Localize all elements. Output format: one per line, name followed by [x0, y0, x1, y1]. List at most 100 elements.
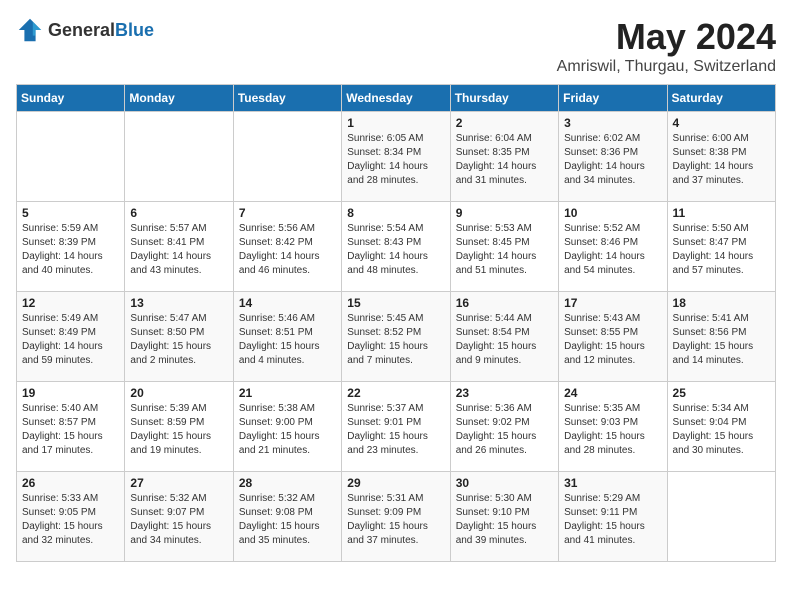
day-info: Sunrise: 6:04 AM Sunset: 8:35 PM Dayligh… — [456, 132, 553, 188]
day-number: 3 — [564, 116, 661, 130]
calendar-cell: 16Sunrise: 5:44 AM Sunset: 8:54 PM Dayli… — [450, 292, 558, 382]
day-number: 31 — [564, 476, 661, 490]
day-info: Sunrise: 5:57 AM Sunset: 8:41 PM Dayligh… — [130, 222, 227, 278]
day-info: Sunrise: 5:40 AM Sunset: 8:57 PM Dayligh… — [22, 402, 119, 458]
day-info: Sunrise: 5:50 AM Sunset: 8:47 PM Dayligh… — [673, 222, 770, 278]
day-number: 17 — [564, 296, 661, 310]
day-number: 1 — [347, 116, 444, 130]
day-info: Sunrise: 5:56 AM Sunset: 8:42 PM Dayligh… — [239, 222, 336, 278]
calendar-week-row: 1 Sunrise: 6:05 AM Sunset: 8:34 PM Daylig… — [17, 112, 776, 202]
calendar-cell: 13 Sunrise: 5:47 AM Sunset: 8:50 PM Dayli… — [125, 292, 233, 382]
calendar-cell: 31 Sunrise: 5:29 AM Sunset: 9:11 PM Dayli… — [559, 472, 667, 562]
calendar-cell: 22Sunrise: 5:37 AM Sunset: 9:01 PM Dayli… — [342, 382, 450, 472]
day-number: 4 — [673, 116, 770, 130]
day-info: Sunrise: 5:44 AM Sunset: 8:54 PM Dayligh… — [456, 312, 553, 368]
day-number: 18 — [673, 296, 770, 310]
day-info: Sunrise: 5:36 AM Sunset: 9:02 PM Dayligh… — [456, 402, 553, 458]
day-number: 7 — [239, 206, 336, 220]
calendar-cell: 11 Sunrise: 5:50 AM Sunset: 8:47 PM Dayli… — [667, 202, 775, 292]
weekday-header-saturday: Saturday — [667, 85, 775, 112]
day-number: 27 — [130, 476, 227, 490]
calendar-cell: 10Sunrise: 5:52 AM Sunset: 8:46 PM Dayli… — [559, 202, 667, 292]
weekday-header-friday: Friday — [559, 85, 667, 112]
day-info: Sunrise: 5:30 AM Sunset: 9:10 PM Dayligh… — [456, 492, 553, 548]
calendar-cell: 21 Sunrise: 5:38 AM Sunset: 9:00 PM Dayli… — [233, 382, 341, 472]
day-number: 30 — [456, 476, 553, 490]
calendar-cell — [125, 112, 233, 202]
day-info: Sunrise: 6:00 AM Sunset: 8:38 PM Dayligh… — [673, 132, 770, 188]
calendar-cell — [17, 112, 125, 202]
calendar-cell: 2 Sunrise: 6:04 AM Sunset: 8:35 PM Daylig… — [450, 112, 558, 202]
day-info: Sunrise: 6:02 AM Sunset: 8:36 PM Dayligh… — [564, 132, 661, 188]
day-info: Sunrise: 5:45 AM Sunset: 8:52 PM Dayligh… — [347, 312, 444, 368]
day-number: 21 — [239, 386, 336, 400]
day-info: Sunrise: 5:46 AM Sunset: 8:51 PM Dayligh… — [239, 312, 336, 368]
calendar-cell: 9 Sunrise: 5:53 AM Sunset: 8:45 PM Daylig… — [450, 202, 558, 292]
day-number: 2 — [456, 116, 553, 130]
day-number: 5 — [22, 206, 119, 220]
calendar-cell: 4 Sunrise: 6:00 AM Sunset: 8:38 PM Daylig… — [667, 112, 775, 202]
location-title: Amriswil, Thurgau, Switzerland — [557, 58, 776, 76]
day-number: 13 — [130, 296, 227, 310]
logo-icon — [16, 16, 44, 44]
logo: GeneralBlue — [16, 16, 154, 44]
day-number: 26 — [22, 476, 119, 490]
day-info: Sunrise: 5:47 AM Sunset: 8:50 PM Dayligh… — [130, 312, 227, 368]
day-number: 20 — [130, 386, 227, 400]
weekday-header-row: SundayMondayTuesdayWednesdayThursdayFrid… — [17, 85, 776, 112]
day-number: 8 — [347, 206, 444, 220]
month-title: May 2024 — [557, 16, 776, 58]
day-info: Sunrise: 5:59 AM Sunset: 8:39 PM Dayligh… — [22, 222, 119, 278]
calendar-cell: 3 Sunrise: 6:02 AM Sunset: 8:36 PM Daylig… — [559, 112, 667, 202]
day-info: Sunrise: 5:33 AM Sunset: 9:05 PM Dayligh… — [22, 492, 119, 548]
day-number: 29 — [347, 476, 444, 490]
day-info: Sunrise: 5:37 AM Sunset: 9:01 PM Dayligh… — [347, 402, 444, 458]
calendar-cell: 30 Sunrise: 5:30 AM Sunset: 9:10 PM Dayli… — [450, 472, 558, 562]
day-number: 10 — [564, 206, 661, 220]
calendar-cell: 14 Sunrise: 5:46 AM Sunset: 8:51 PM Dayli… — [233, 292, 341, 382]
day-number: 9 — [456, 206, 553, 220]
calendar-cell: 7 Sunrise: 5:56 AM Sunset: 8:42 PM Daylig… — [233, 202, 341, 292]
day-number: 11 — [673, 206, 770, 220]
calendar-cell: 1 Sunrise: 6:05 AM Sunset: 8:34 PM Daylig… — [342, 112, 450, 202]
calendar-cell — [233, 112, 341, 202]
calendar-cell: 28 Sunrise: 5:32 AM Sunset: 9:08 PM Dayli… — [233, 472, 341, 562]
calendar-week-row: 26 Sunrise: 5:33 AM Sunset: 9:05 PM Dayli… — [17, 472, 776, 562]
calendar-cell: 24Sunrise: 5:35 AM Sunset: 9:03 PM Dayli… — [559, 382, 667, 472]
day-info: Sunrise: 6:05 AM Sunset: 8:34 PM Dayligh… — [347, 132, 444, 188]
calendar-cell: 12 Sunrise: 5:49 AM Sunset: 8:49 PM Dayli… — [17, 292, 125, 382]
day-info: Sunrise: 5:39 AM Sunset: 8:59 PM Dayligh… — [130, 402, 227, 458]
day-number: 12 — [22, 296, 119, 310]
calendar-cell: 25 Sunrise: 5:34 AM Sunset: 9:04 PM Dayli… — [667, 382, 775, 472]
day-info: Sunrise: 5:49 AM Sunset: 8:49 PM Dayligh… — [22, 312, 119, 368]
day-number: 6 — [130, 206, 227, 220]
calendar-week-row: 5 Sunrise: 5:59 AM Sunset: 8:39 PM Daylig… — [17, 202, 776, 292]
day-info: Sunrise: 5:43 AM Sunset: 8:55 PM Dayligh… — [564, 312, 661, 368]
day-info: Sunrise: 5:31 AM Sunset: 9:09 PM Dayligh… — [347, 492, 444, 548]
logo-text-blue: Blue — [115, 20, 154, 40]
logo-text-general: General — [48, 20, 115, 40]
weekday-header-wednesday: Wednesday — [342, 85, 450, 112]
day-info: Sunrise: 5:32 AM Sunset: 9:08 PM Dayligh… — [239, 492, 336, 548]
calendar-cell: 19 Sunrise: 5:40 AM Sunset: 8:57 PM Dayli… — [17, 382, 125, 472]
day-info: Sunrise: 5:41 AM Sunset: 8:56 PM Dayligh… — [673, 312, 770, 368]
day-info: Sunrise: 5:34 AM Sunset: 9:04 PM Dayligh… — [673, 402, 770, 458]
day-info: Sunrise: 5:32 AM Sunset: 9:07 PM Dayligh… — [130, 492, 227, 548]
day-number: 19 — [22, 386, 119, 400]
calendar-table: SundayMondayTuesdayWednesdayThursdayFrid… — [16, 84, 776, 562]
calendar-cell: 27 Sunrise: 5:32 AM Sunset: 9:07 PM Dayli… — [125, 472, 233, 562]
weekday-header-tuesday: Tuesday — [233, 85, 341, 112]
day-number: 25 — [673, 386, 770, 400]
day-info: Sunrise: 5:38 AM Sunset: 9:00 PM Dayligh… — [239, 402, 336, 458]
day-number: 14 — [239, 296, 336, 310]
calendar-cell: 5 Sunrise: 5:59 AM Sunset: 8:39 PM Daylig… — [17, 202, 125, 292]
day-info: Sunrise: 5:53 AM Sunset: 8:45 PM Dayligh… — [456, 222, 553, 278]
title-block: May 2024 Amriswil, Thurgau, Switzerland — [557, 16, 776, 76]
day-info: Sunrise: 5:29 AM Sunset: 9:11 PM Dayligh… — [564, 492, 661, 548]
day-number: 28 — [239, 476, 336, 490]
calendar-cell: 17 Sunrise: 5:43 AM Sunset: 8:55 PM Dayli… — [559, 292, 667, 382]
day-info: Sunrise: 5:35 AM Sunset: 9:03 PM Dayligh… — [564, 402, 661, 458]
calendar-cell: 8Sunrise: 5:54 AM Sunset: 8:43 PM Daylig… — [342, 202, 450, 292]
calendar-cell: 6 Sunrise: 5:57 AM Sunset: 8:41 PM Daylig… — [125, 202, 233, 292]
calendar-cell: 23Sunrise: 5:36 AM Sunset: 9:02 PM Dayli… — [450, 382, 558, 472]
